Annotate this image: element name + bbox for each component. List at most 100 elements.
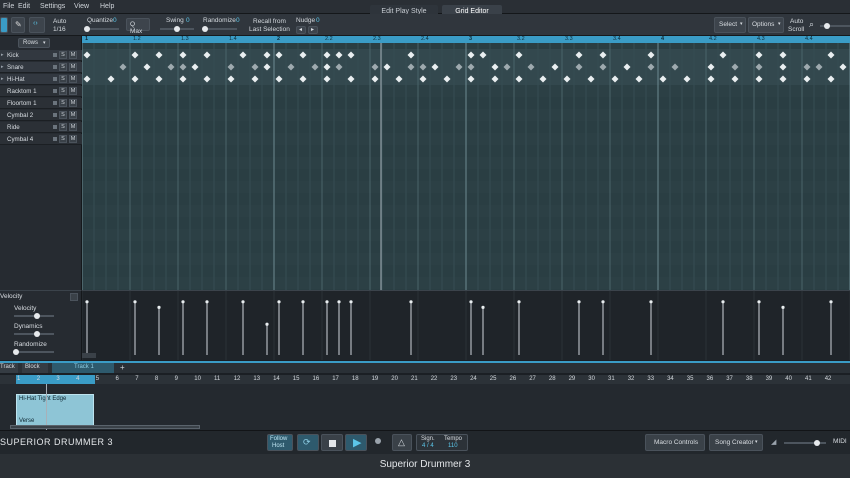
track-row[interactable]: Cymbal 2 SM — [0, 110, 82, 121]
dynamics-knob[interactable] — [34, 331, 40, 337]
tab-block[interactable]: Block — [22, 363, 48, 373]
quantize-knob[interactable] — [84, 26, 90, 32]
velocity-lane[interactable] — [82, 290, 850, 360]
menu-view[interactable]: View — [74, 3, 89, 10]
velocity-handle[interactable] — [757, 300, 761, 304]
recall-label-2[interactable]: Last Selection — [249, 26, 290, 33]
nudge-left-button[interactable]: ◂ — [296, 26, 306, 34]
track-row[interactable]: ▸ Snare S M — [0, 62, 82, 73]
velocity-handle[interactable] — [781, 305, 785, 309]
master-volume-slider[interactable] — [784, 440, 826, 446]
swing-knob[interactable] — [174, 26, 180, 32]
velocity-handle[interactable] — [301, 300, 305, 304]
follow-host-button[interactable]: Follow Host — [267, 434, 293, 451]
track-row[interactable]: Cymbal 4 SM — [0, 134, 82, 145]
velocity-handle[interactable] — [205, 300, 209, 304]
track-row[interactable]: Floortom 1 SM — [0, 98, 82, 109]
add-track-icon[interactable]: + — [120, 363, 125, 372]
solo-button[interactable]: S — [59, 75, 67, 83]
options-dropdown[interactable]: Options ▾ — [748, 17, 784, 33]
solo-button[interactable]: S — [59, 135, 67, 143]
quantize-slider[interactable] — [84, 26, 119, 32]
macro-controls-button[interactable]: Macro Controls — [645, 434, 705, 451]
zoom-knob[interactable] — [824, 23, 830, 29]
randomize-vel-knob[interactable] — [13, 349, 19, 355]
play-button[interactable]: ▶ — [345, 434, 367, 451]
metronome-button[interactable]: △ — [392, 434, 412, 451]
mute-button[interactable]: M — [69, 111, 77, 119]
velocity-handle[interactable] — [85, 300, 89, 304]
velocity-handle[interactable] — [481, 305, 485, 309]
solo-button[interactable]: S — [59, 87, 67, 95]
song-scrollbar[interactable] — [10, 425, 200, 429]
swing-slider[interactable] — [160, 26, 194, 32]
solo-button[interactable]: S — [59, 111, 67, 119]
velocity-handle[interactable] — [157, 305, 161, 309]
tab-track[interactable]: Track — [0, 363, 18, 373]
menu-file[interactable]: File — [3, 3, 14, 10]
tab-track-1[interactable]: Track 1 — [52, 363, 114, 373]
sign-tempo-display[interactable]: Sign. 4 / 4 Tempo 110 — [416, 434, 468, 451]
mute-button[interactable]: M — [69, 63, 77, 71]
mute-button[interactable]: M — [69, 99, 77, 107]
menu-help[interactable]: Help — [100, 3, 114, 10]
velocity-handle[interactable] — [829, 300, 833, 304]
randomize-knob[interactable] — [202, 26, 208, 32]
track-row[interactable]: ▸ Kick S M — [0, 50, 82, 61]
velocity-handle[interactable] — [325, 300, 329, 304]
expand-arrow-icon[interactable]: ▸ — [1, 52, 4, 58]
song-track-lane[interactable]: Hi-Hat Tight Edge Verse — [0, 384, 850, 430]
velocity-handle[interactable] — [577, 300, 581, 304]
note-grid[interactable] — [82, 43, 850, 290]
mute-button[interactable]: M — [69, 123, 77, 131]
velocity-handle[interactable] — [265, 322, 269, 326]
mute-button[interactable]: M — [69, 87, 77, 95]
velocity-canvas[interactable] — [82, 291, 850, 360]
rows-button[interactable]: Rows ▾ — [18, 38, 50, 48]
draw-tool-button[interactable]: ✎ — [11, 17, 25, 33]
velocity-handle[interactable] — [337, 300, 341, 304]
velocity-slider[interactable] — [14, 313, 54, 319]
song-clip[interactable]: Hi-Hat Tight Edge Verse — [16, 394, 94, 428]
menu-edit[interactable]: Edit — [18, 3, 30, 10]
velocity-handle[interactable] — [409, 300, 413, 304]
velocity-handle[interactable] — [469, 300, 473, 304]
velocity-handle[interactable] — [277, 300, 281, 304]
autoscroll-label-2[interactable]: Scroll — [788, 26, 804, 33]
expand-arrow-icon[interactable]: ▸ — [1, 64, 4, 70]
velocity-handle[interactable] — [349, 300, 353, 304]
velocity-handle[interactable] — [133, 300, 137, 304]
track-row[interactable]: Racktom 1 SM — [0, 86, 82, 97]
track-row[interactable]: Ride S M — [0, 122, 82, 133]
track-row[interactable]: ▸ Hi-Hat S M — [0, 74, 82, 85]
song-ruler[interactable]: 1 2 3 4 5 6 7 8 9 10 11 12 13 14 15 16 17 18 19 20 21 22 23 24 2… — [0, 375, 850, 384]
song-creator-button[interactable]: Song Creator ▾ — [709, 434, 763, 451]
menu-settings[interactable]: Settings — [40, 3, 65, 10]
snap-button[interactable]: ‹› — [29, 17, 45, 33]
beat-ruler[interactable]: 1 1.2 1.3 1.4 2 2.2 2.3 2.4 3 3.2 3.3 3.4 4 4.2 4.3 4.4 — [82, 36, 850, 43]
note-grid-canvas[interactable] — [82, 43, 850, 290]
recall-label-1[interactable]: Recall from — [253, 18, 286, 25]
nudge-right-button[interactable]: ▸ — [308, 26, 318, 34]
mute-button[interactable]: M — [69, 135, 77, 143]
solo-button[interactable]: S — [59, 63, 67, 71]
song-playhead[interactable] — [46, 384, 47, 430]
auto-value[interactable]: 1/16 — [53, 26, 66, 33]
select-dropdown[interactable]: Select ▾ — [714, 17, 746, 33]
velocity-knob[interactable] — [34, 313, 40, 319]
expand-arrow-icon[interactable]: ▸ — [1, 76, 4, 82]
dynamics-slider[interactable] — [14, 331, 54, 337]
velocity-handle[interactable] — [649, 300, 653, 304]
velocity-handle[interactable] — [181, 300, 185, 304]
velocity-settings-button[interactable] — [70, 293, 78, 301]
velocity-handle[interactable] — [601, 300, 605, 304]
velocity-handle[interactable] — [517, 300, 521, 304]
velocity-scrollbar[interactable] — [82, 353, 96, 358]
solo-button[interactable]: S — [59, 51, 67, 59]
randomize-vel-slider[interactable] — [13, 349, 54, 355]
autoscroll-label-1[interactable]: Auto — [790, 18, 803, 25]
velocity-handle[interactable] — [721, 300, 725, 304]
randomize-slider[interactable] — [202, 26, 237, 32]
zoom-slider[interactable] — [820, 23, 850, 29]
solo-button[interactable]: S — [59, 99, 67, 107]
